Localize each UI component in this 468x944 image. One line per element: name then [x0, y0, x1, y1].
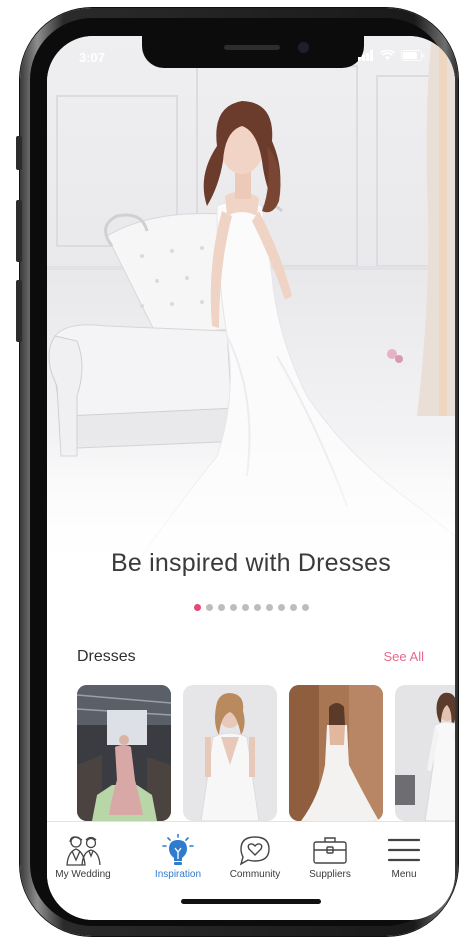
section-title: Dresses — [77, 648, 136, 665]
dress-carousel[interactable] — [77, 685, 455, 821]
carousel-dot[interactable] — [265, 604, 273, 611]
hamburger-icon — [387, 838, 421, 862]
carousel-dot[interactable] — [205, 604, 213, 611]
battery-icon — [401, 50, 425, 61]
volume-down-button — [16, 280, 22, 342]
tab-menu[interactable]: Menu — [364, 834, 444, 880]
signal-icon — [358, 50, 373, 61]
volume-up-button — [16, 200, 22, 262]
carousel-dot[interactable] — [277, 604, 285, 611]
hero-headline: Be inspired with Dresses — [111, 549, 391, 577]
dress-card[interactable] — [183, 685, 277, 821]
tab-community[interactable]: Community — [215, 834, 295, 880]
hero-image — [47, 36, 455, 576]
tab-label: Menu — [391, 869, 417, 880]
carousel-dot[interactable] — [253, 604, 261, 611]
app-screen: 3:07 Be inspired with Dresses Dresses Se… — [47, 36, 455, 920]
device-notch — [142, 36, 364, 68]
heart-chat-icon — [239, 836, 270, 866]
carousel-dot[interactable] — [229, 604, 237, 611]
tab-label: Community — [229, 869, 281, 880]
dress-card[interactable] — [77, 685, 171, 821]
tab-label: Inspiration — [154, 869, 202, 880]
carousel-dot[interactable] — [289, 604, 297, 611]
dress-card[interactable] — [289, 685, 383, 821]
carousel-pagination[interactable] — [47, 604, 455, 611]
front-camera — [298, 42, 309, 53]
carousel-dot-active[interactable] — [193, 604, 201, 611]
status-icons — [358, 50, 425, 61]
briefcase-icon — [313, 837, 347, 864]
speaker-grille — [224, 45, 280, 50]
tab-label: Suppliers — [309, 869, 351, 880]
lightbulb-icon — [162, 834, 194, 865]
lace-dress-image — [183, 685, 277, 821]
tab-my-wedding[interactable]: My Wedding — [47, 834, 123, 880]
mute-switch — [16, 136, 22, 170]
couple-icon — [66, 836, 101, 866]
carousel-dot[interactable] — [217, 604, 225, 611]
carousel-dot[interactable] — [241, 604, 249, 611]
bottom-tab-bar: My Wedding Inspiration Community Supplie… — [47, 821, 455, 920]
long-sleeve-dress-image — [395, 685, 455, 821]
status-time: 3:07 — [79, 50, 106, 65]
tab-label: My Wedding — [55, 869, 111, 880]
tab-inspiration[interactable]: Inspiration — [138, 834, 218, 880]
runway-dress-image — [77, 685, 171, 821]
carousel-dot[interactable] — [301, 604, 309, 611]
wifi-icon — [380, 50, 395, 60]
see-all-link[interactable]: See All — [384, 649, 424, 664]
mermaid-dress-image — [289, 685, 383, 821]
home-indicator[interactable] — [181, 899, 321, 904]
tab-suppliers[interactable]: Suppliers — [290, 834, 370, 880]
dress-card[interactable] — [395, 685, 455, 821]
